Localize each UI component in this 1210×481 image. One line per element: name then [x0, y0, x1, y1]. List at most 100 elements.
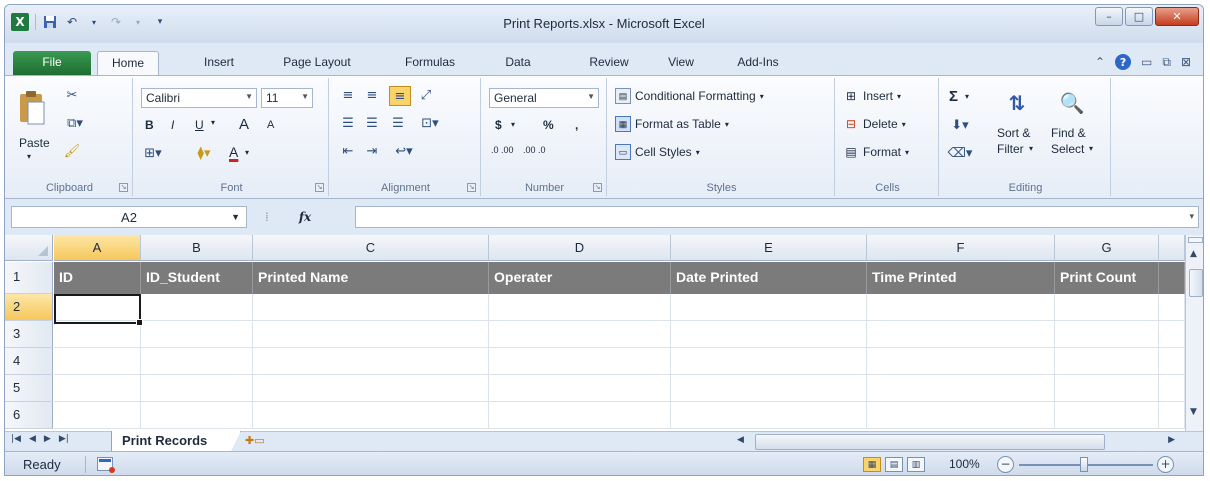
insert-cells-button[interactable]: ⊞ Insert ▾ [843, 88, 901, 104]
tab-add-ins[interactable]: Add-Ins [723, 51, 793, 75]
cell-a6[interactable] [54, 402, 141, 429]
cut-icon[interactable]: ✂ [63, 86, 81, 104]
cell-f4[interactable] [867, 348, 1055, 375]
cell-a4[interactable] [54, 348, 141, 375]
column-header-g[interactable]: G [1055, 235, 1159, 261]
last-sheet-icon[interactable]: ▶| [59, 434, 69, 444]
split-box[interactable] [1188, 237, 1203, 243]
find-select-dropdown-icon[interactable]: ▾ [1089, 144, 1093, 153]
header-cell-date-printed[interactable]: Date Printed [671, 262, 867, 294]
horizontal-scroll-thumb[interactable] [755, 434, 1105, 450]
tab-home[interactable]: Home [97, 51, 159, 75]
vertical-scrollbar[interactable]: ▲ ▼ [1185, 235, 1203, 431]
decrease-decimal-button[interactable]: .00 .0 [523, 146, 549, 155]
scroll-up-icon[interactable]: ▲ [1190, 249, 1197, 259]
header-cell-partial[interactable] [1159, 262, 1185, 294]
header-cell-print-count[interactable]: Print Count [1055, 262, 1159, 294]
column-header-f[interactable]: F [867, 235, 1055, 261]
scroll-right-icon[interactable]: ▶ [1168, 435, 1175, 445]
cell-e2[interactable] [671, 294, 867, 321]
zoom-level[interactable]: 100% [949, 457, 980, 471]
worksheet-grid[interactable]: A B C D E F G 1 2 3 4 5 6 ID ID_Student … [5, 235, 1185, 431]
prev-sheet-icon[interactable]: ◀ [29, 434, 36, 444]
cell-d3[interactable] [489, 321, 671, 348]
cell-partial2[interactable] [1159, 294, 1185, 321]
insert-function-button[interactable]: fx [299, 210, 311, 224]
workbook-minimize-icon[interactable]: ▭ [1141, 55, 1152, 69]
percent-button[interactable]: % [543, 118, 554, 132]
cell-c3[interactable] [253, 321, 489, 348]
column-header-e[interactable]: E [671, 235, 867, 261]
page-layout-view-icon[interactable]: ▤ [885, 457, 903, 472]
cell-partial5[interactable] [1159, 375, 1185, 402]
header-cell-printed-name[interactable]: Printed Name [253, 262, 489, 294]
find-select-line1[interactable]: Find & [1051, 126, 1086, 140]
tab-file[interactable]: File [13, 51, 91, 75]
alignment-launcher-icon[interactable]: ↘ [467, 183, 476, 192]
autosum-dropdown-icon[interactable]: ▾ [965, 92, 969, 101]
orientation-icon[interactable]: ⤢ [417, 86, 435, 104]
cell-e3[interactable] [671, 321, 867, 348]
format-painter-icon[interactable]: 🖌 [63, 142, 81, 160]
cell-g3[interactable] [1055, 321, 1159, 348]
first-sheet-icon[interactable]: |◀ [11, 434, 21, 444]
column-header-c[interactable]: C [253, 235, 489, 261]
tab-review[interactable]: Review [577, 51, 641, 75]
cell-g5[interactable] [1055, 375, 1159, 402]
cell-b5[interactable] [141, 375, 253, 402]
expand-namebox-icon[interactable]: ⁞ [265, 210, 269, 224]
name-box[interactable]: A2 ▼ [11, 206, 247, 228]
align-right-icon[interactable]: ☰ [389, 114, 407, 132]
align-bottom-icon[interactable]: ≡ [389, 86, 411, 106]
tab-view[interactable]: View [659, 51, 703, 75]
cell-styles-button[interactable]: ▭ Cell Styles ▾ [615, 144, 700, 160]
decrease-indent-icon[interactable]: ⇤ [339, 142, 357, 160]
cell-c2[interactable] [253, 294, 489, 321]
fill-icon[interactable]: ⬇▾ [947, 116, 973, 134]
column-header-b[interactable]: B [141, 235, 253, 261]
currency-dropdown-icon[interactable]: ▾ [511, 120, 515, 129]
close-button[interactable]: ✕ [1155, 7, 1199, 26]
workbook-restore-icon[interactable]: ⧉ [1162, 55, 1171, 70]
cell-e6[interactable] [671, 402, 867, 429]
clipboard-launcher-icon[interactable]: ↘ [119, 183, 128, 192]
maximize-button[interactable]: □ [1125, 7, 1153, 26]
header-cell-time-printed[interactable]: Time Printed [867, 262, 1055, 294]
cell-c6[interactable] [253, 402, 489, 429]
cell-b6[interactable] [141, 402, 253, 429]
find-select-line2[interactable]: Select [1051, 142, 1084, 156]
formula-input[interactable]: ▾ [355, 206, 1199, 228]
borders-icon[interactable]: ⊞▾ [141, 144, 165, 162]
format-as-table-button[interactable]: ▦ Format as Table ▾ [615, 116, 729, 132]
cell-partial3[interactable] [1159, 321, 1185, 348]
column-header-a[interactable]: A [54, 235, 141, 261]
row-header-1[interactable]: 1 [5, 262, 53, 294]
wrap-text-icon[interactable]: ↩▾ [391, 142, 417, 160]
conditional-formatting-button[interactable]: ▤ Conditional Formatting ▾ [615, 88, 764, 104]
page-break-view-icon[interactable]: ▥ [907, 457, 925, 472]
increase-decimal-button[interactable]: .0 .00 [491, 146, 517, 155]
row-header-5[interactable]: 5 [5, 375, 53, 402]
clear-icon[interactable]: ⌫▾ [947, 144, 973, 162]
row-header-4[interactable]: 4 [5, 348, 53, 375]
header-cell-id-student[interactable]: ID_Student [141, 262, 253, 294]
merge-center-icon[interactable]: ⊡▾ [417, 114, 443, 132]
shrink-font-button[interactable]: A [267, 119, 274, 131]
scroll-down-icon[interactable]: ▼ [1190, 407, 1197, 417]
scroll-left-icon[interactable]: ◀ [737, 435, 744, 445]
cell-g4[interactable] [1055, 348, 1159, 375]
align-center-icon[interactable]: ☰ [363, 114, 381, 132]
select-all-button[interactable] [5, 235, 53, 261]
cell-d4[interactable] [489, 348, 671, 375]
cell-c4[interactable] [253, 348, 489, 375]
cell-d2[interactable] [489, 294, 671, 321]
number-format-combo[interactable]: General ▼ [489, 88, 599, 108]
record-macro-icon[interactable] [97, 457, 115, 473]
cell-f3[interactable] [867, 321, 1055, 348]
grow-font-button[interactable]: A [239, 116, 249, 133]
cell-g2[interactable] [1055, 294, 1159, 321]
increase-indent-icon[interactable]: ⇥ [363, 142, 381, 160]
paste-button[interactable]: Paste [19, 136, 50, 150]
currency-button[interactable]: $ [495, 118, 502, 132]
cell-f5[interactable] [867, 375, 1055, 402]
